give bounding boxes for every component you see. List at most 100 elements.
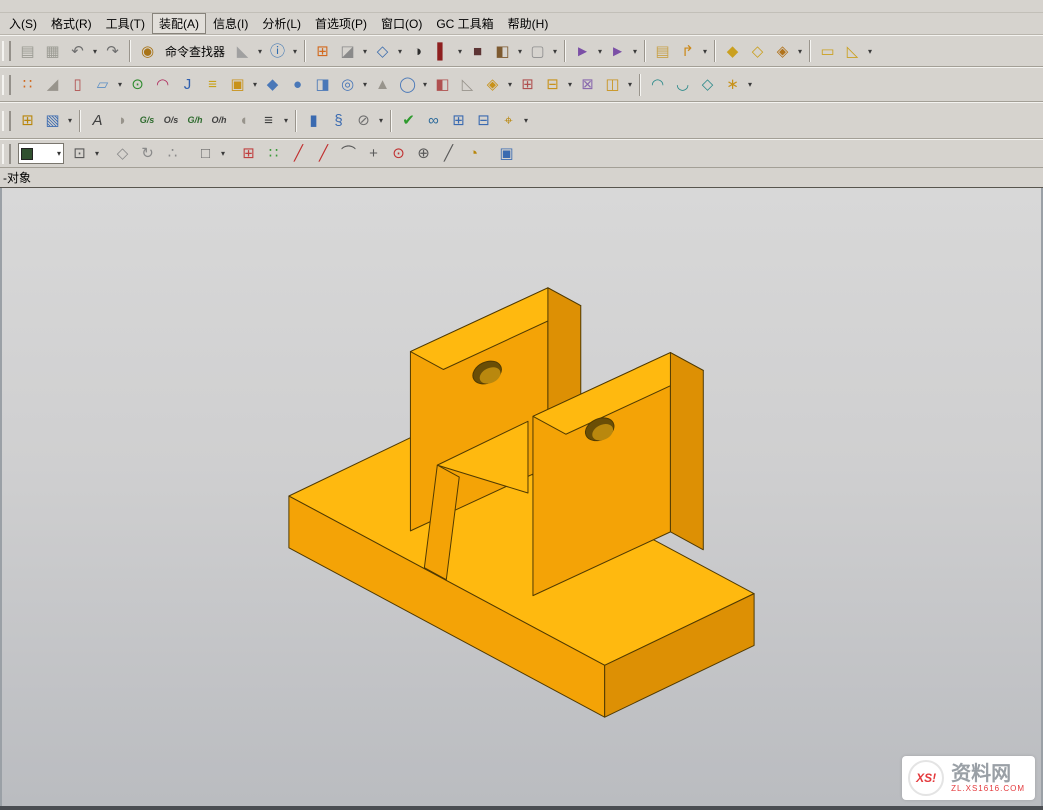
annotation-dropdown[interactable]: ▾ bbox=[65, 116, 75, 125]
orient-view-icon[interactable]: ► bbox=[571, 40, 594, 63]
ruler-icon[interactable]: ▭ bbox=[816, 40, 839, 63]
verify-assembly-icon[interactable]: ∞ bbox=[422, 109, 445, 132]
pocket-icon[interactable]: ◢ bbox=[41, 73, 64, 96]
csys-orient-icon[interactable]: ⌖ bbox=[497, 109, 520, 132]
wireframe-dropdown[interactable]: ▾ bbox=[395, 47, 405, 56]
menu-gc-toolbox[interactable]: GC 工具箱 bbox=[429, 13, 500, 34]
graphics-viewport[interactable]: XS! 资料网 ZL.XS1616.COM bbox=[0, 188, 1043, 806]
boolean-dropdown[interactable]: ▾ bbox=[565, 80, 575, 89]
command-finder-label[interactable]: 命令查找器 bbox=[160, 43, 230, 60]
paste-icon[interactable]: ▤ bbox=[16, 40, 39, 63]
sheet-corner-dropdown[interactable]: ▾ bbox=[255, 47, 265, 56]
menu-tools[interactable]: 工具(T) bbox=[99, 13, 152, 34]
selection-priority-dropdown[interactable]: ▾ bbox=[795, 47, 805, 56]
window-layout-icon[interactable]: ⊞ bbox=[311, 40, 334, 63]
revolve-dropdown[interactable]: ▾ bbox=[360, 80, 370, 89]
gh-analysis-icon[interactable]: G/h bbox=[184, 109, 206, 132]
stamp-icon[interactable]: ▯ bbox=[66, 73, 89, 96]
gs-analysis-icon[interactable]: G/s bbox=[136, 109, 158, 132]
orient-view-dropdown[interactable]: ▾ bbox=[595, 47, 605, 56]
extrude-icon[interactable]: ◨ bbox=[311, 73, 334, 96]
block-dropdown[interactable]: ▾ bbox=[250, 80, 260, 89]
menu-information[interactable]: 信息(I) bbox=[206, 13, 255, 34]
examine-geometry-icon[interactable]: ✔ bbox=[397, 109, 420, 132]
empty-view-icon[interactable]: ▢ bbox=[526, 40, 549, 63]
right-lug-right-face[interactable] bbox=[670, 353, 703, 550]
selection-priority-icon[interactable]: ◈ bbox=[771, 40, 794, 63]
block-icon[interactable]: ▣ bbox=[226, 73, 249, 96]
gear-icon[interactable]: ∗ bbox=[721, 73, 744, 96]
mirror-feature-icon[interactable]: ◫ bbox=[601, 73, 624, 96]
pattern-feature-icon[interactable]: ⊠ bbox=[576, 73, 599, 96]
expression-table-icon[interactable]: ⊟ bbox=[472, 109, 495, 132]
point-constructor-icon[interactable]: ∴ bbox=[161, 142, 184, 165]
snap-endpoint-icon[interactable]: ╱ bbox=[287, 142, 310, 165]
toolbar-options-dropdown-3[interactable]: ▾ bbox=[521, 116, 531, 125]
face-analysis-icon[interactable]: ◗ bbox=[111, 109, 134, 132]
draft-analysis-icon[interactable]: ◖ bbox=[232, 109, 255, 132]
snap-settings-icon[interactable]: ⊡ bbox=[68, 142, 91, 165]
n-sided-surface-icon[interactable]: ◇ bbox=[696, 73, 719, 96]
unite-icon[interactable]: ⊞ bbox=[516, 73, 539, 96]
datum-plane-icon[interactable]: ▱ bbox=[91, 73, 114, 96]
menu-window[interactable]: 窗口(O) bbox=[374, 13, 429, 34]
snap-multi-point-icon[interactable]: ∷ bbox=[262, 142, 285, 165]
undo-history-dropdown[interactable]: ▾ bbox=[90, 47, 100, 56]
bracket-model[interactable] bbox=[2, 188, 1041, 806]
combo-arrow-icon[interactable]: ▾ bbox=[57, 149, 61, 158]
redo-icon[interactable]: ↷ bbox=[101, 40, 124, 63]
menu-analysis[interactable]: 分析(L) bbox=[255, 13, 308, 34]
cylinder-tool-icon[interactable]: ▮ bbox=[302, 109, 325, 132]
menu-help[interactable]: 帮助(H) bbox=[501, 13, 556, 34]
abc-annotation-icon[interactable]: ▧ bbox=[41, 109, 64, 132]
snap-arc-icon[interactable]: ◔ bbox=[462, 142, 485, 165]
sphere-icon[interactable]: ● bbox=[286, 73, 309, 96]
point-pattern-icon[interactable]: ∷ bbox=[16, 73, 39, 96]
hide-object-icon[interactable]: ⊘ bbox=[352, 109, 375, 132]
selection-rectangle-dropdown[interactable]: ▾ bbox=[218, 149, 228, 158]
rotate-view-icon[interactable]: ► bbox=[606, 40, 629, 63]
hook-curve-icon[interactable]: J bbox=[176, 73, 199, 96]
selection-rectangle-icon[interactable]: □ bbox=[194, 142, 217, 165]
constraint-navigator-icon[interactable]: ↱ bbox=[676, 40, 699, 63]
clipboard-cube-icon[interactable]: ▣ bbox=[495, 142, 518, 165]
quilt-dropdown[interactable]: ▾ bbox=[505, 80, 515, 89]
toolbar-drag-handle[interactable] bbox=[2, 111, 11, 131]
toolbar-options-dropdown-1[interactable]: ▾ bbox=[865, 47, 875, 56]
cube-style-dropdown[interactable]: ▾ bbox=[515, 47, 525, 56]
torus-dropdown[interactable]: ▾ bbox=[420, 80, 430, 89]
os-analysis-icon[interactable]: O/s bbox=[160, 109, 182, 132]
constraint-dropdown[interactable]: ▾ bbox=[700, 47, 710, 56]
wireframe-cube-icon[interactable]: ◇ bbox=[371, 40, 394, 63]
measure-angle-icon[interactable]: ◇ bbox=[746, 40, 769, 63]
boss-icon[interactable]: ◆ bbox=[261, 73, 284, 96]
snap-midpoint-icon[interactable]: ╱ bbox=[312, 142, 335, 165]
info-list-dropdown[interactable]: ▾ bbox=[281, 116, 291, 125]
dark-cube-icon[interactable]: ■ bbox=[466, 40, 489, 63]
rotate-view-dropdown[interactable]: ▾ bbox=[630, 47, 640, 56]
ruled-surface-icon[interactable]: ≡ bbox=[201, 73, 224, 96]
draft-icon[interactable]: ◺ bbox=[456, 73, 479, 96]
curve-icon[interactable]: ◠ bbox=[151, 73, 174, 96]
menu-preferences[interactable]: 首选项(P) bbox=[308, 13, 374, 34]
protractor-icon[interactable]: ◺ bbox=[841, 40, 864, 63]
assembly-navigator-icon[interactable]: ▤ bbox=[651, 40, 674, 63]
toolbar-options-dropdown-2[interactable]: ▾ bbox=[745, 80, 755, 89]
quilt-icon[interactable]: ◈ bbox=[481, 73, 504, 96]
menu-assemblies[interactable]: 装配(A) bbox=[152, 13, 206, 34]
part-info-icon[interactable]: ⓘ bbox=[266, 40, 289, 63]
toolbar-drag-handle[interactable] bbox=[2, 144, 11, 164]
selection-filter-combo[interactable]: ▾ bbox=[18, 143, 64, 164]
snap-center-icon[interactable]: ⊙ bbox=[387, 142, 410, 165]
revolve-icon[interactable]: ◎ bbox=[336, 73, 359, 96]
datum-plane-dropdown[interactable]: ▾ bbox=[115, 80, 125, 89]
menu-insert-partial[interactable]: 入(S) bbox=[2, 13, 44, 34]
sheet-corner-icon[interactable]: ◣ bbox=[231, 40, 254, 63]
view-style-icon[interactable]: ◪ bbox=[336, 40, 359, 63]
toolbar-drag-handle[interactable] bbox=[2, 41, 11, 61]
shaded-display-icon[interactable]: ◑ bbox=[406, 40, 429, 63]
snap-settings-dropdown[interactable]: ▾ bbox=[92, 149, 102, 158]
snap-tangent-icon[interactable]: ⌒ bbox=[337, 142, 360, 165]
swept-surface-icon[interactable]: ◠ bbox=[646, 73, 669, 96]
cone-icon[interactable]: ▲ bbox=[371, 73, 394, 96]
